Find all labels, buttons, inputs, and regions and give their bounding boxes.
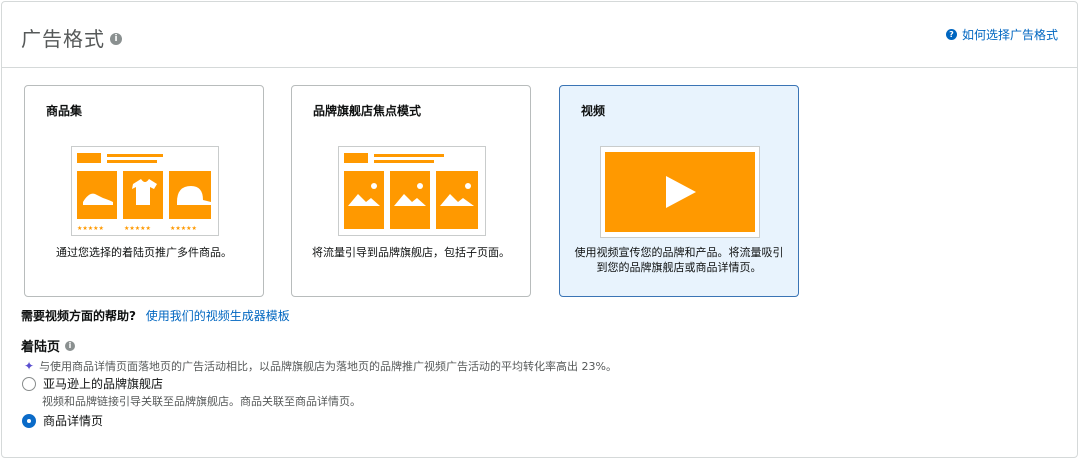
info-icon[interactable]: i [65, 340, 76, 351]
landing-page-note: ✦ 与使用商品详情页面落地页的广告活动相比，以品牌旗舰店为落地页的品牌推广视频广… [24, 359, 618, 373]
info-icon[interactable]: i [110, 33, 122, 45]
radio-brand-store[interactable]: 亚马逊上的品牌旗舰店 [22, 375, 163, 392]
store-spotlight-illustration [338, 146, 486, 236]
video-help-question: 需要视频方面的帮助? [21, 309, 136, 323]
radio-product-detail-page[interactable]: 商品详情页 [22, 412, 103, 429]
radio-label: 亚马逊上的品牌旗舰店 [43, 377, 164, 391]
product-collection-illustration: ★★★★★ ★★★★★ ★★★★★ [71, 146, 219, 236]
card-description: 使用视频宣传您的品牌和产品。将流量吸引 到您的品牌旗舰店或商品详情页。 [574, 246, 784, 274]
card-description: 将流量引导到品牌旗舰店，包括子页面。 [312, 246, 510, 259]
radio-button-checked[interactable] [22, 413, 36, 428]
video-help-line: 需要视频方面的帮助? 使用我们的视频生成器模板 [21, 307, 290, 324]
card-title: 商品集 [46, 104, 83, 118]
image-icon [436, 171, 478, 229]
radio-brand-store-description: 视频和品牌链接引导关联至品牌旗舰店。商品关联至商品详情页。 [42, 395, 361, 408]
landing-page-section-title: 着陆页 i [21, 336, 76, 355]
how-to-choose-label: 如何选择广告格式 [961, 28, 1058, 42]
ad-format-panel: 广告格式 i ? 如何选择广告格式 商品集 ★★★★★ ★★★★★ ★★★★★ … [1, 1, 1078, 458]
radio-label: 商品详情页 [43, 414, 104, 428]
how-to-choose-link[interactable]: ? 如何选择广告格式 [945, 26, 1058, 43]
card-product-collection[interactable]: 商品集 ★★★★★ ★★★★★ ★★★★★ 通过您选择的着陆页推广多件商品。 [24, 85, 264, 297]
panel-header: 广告格式 i ? 如何选择广告格式 [2, 2, 1077, 68]
video-illustration [600, 146, 760, 238]
page-title: 广告格式 [21, 27, 105, 51]
card-title: 品牌旗舰店焦点模式 [313, 104, 422, 118]
card-description: 通过您选择的着陆页推广多件商品。 [56, 246, 232, 259]
svg-text:★★★★★: ★★★★★ [77, 225, 104, 232]
card-video[interactable]: 视频 使用视频宣传您的品牌和产品。将流量吸引 到您的品牌旗舰店或商品详情页。 [559, 85, 799, 297]
svg-text:★★★★★: ★★★★★ [170, 225, 197, 232]
card-store-spotlight[interactable]: 品牌旗舰店焦点模式 将流量引导到品牌旗舰店，包括子页面。 [291, 85, 531, 297]
radio-button[interactable] [22, 376, 36, 391]
svg-text:★★★★★: ★★★★★ [124, 225, 151, 232]
card-title: 视频 [581, 104, 606, 118]
video-generator-template-link[interactable]: 使用我们的视频生成器模板 [146, 309, 290, 323]
sparkle-icon: ✦ [24, 359, 35, 373]
help-circle-icon: ? [945, 29, 957, 40]
